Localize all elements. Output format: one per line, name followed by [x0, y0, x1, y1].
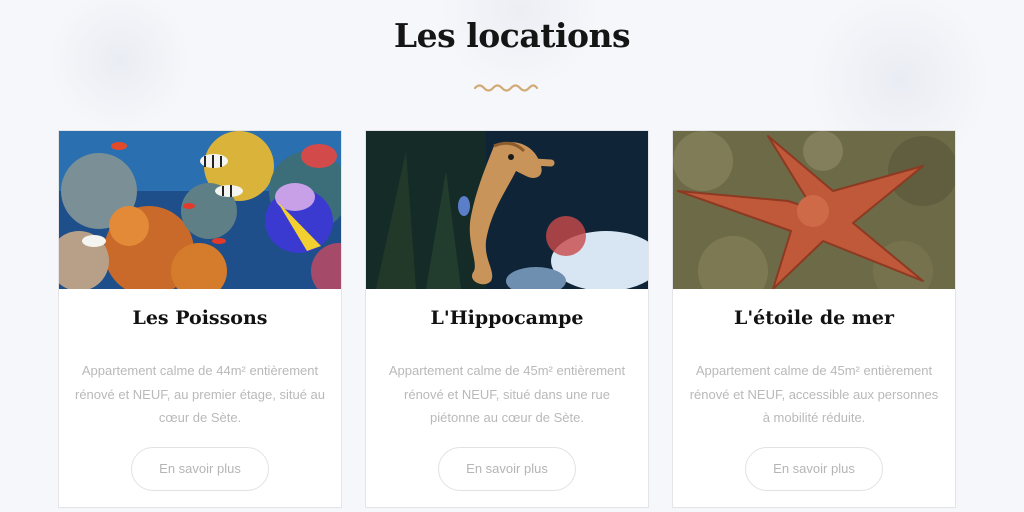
learn-more-button[interactable]: En savoir plus — [131, 447, 269, 491]
section-title: Les locations — [393, 16, 631, 55]
card-title: L'Hippocampe — [430, 307, 584, 329]
location-card-hippocampe[interactable]: L'Hippocampe Appartement calme de 45m² e… — [365, 130, 649, 508]
coral-reef-fish-photo[interactable] — [59, 131, 341, 289]
seahorse-photo[interactable] — [366, 131, 648, 289]
card-description: Appartement calme de 44m² entièrement ré… — [74, 363, 326, 425]
location-card-les-poissons[interactable]: Les Poissons Appartement calme de 44m² e… — [58, 130, 342, 508]
learn-more-button[interactable]: En savoir plus — [745, 447, 883, 491]
starfish-photo[interactable] — [673, 131, 955, 289]
card-description: Appartement calme de 45m² entièrement ré… — [689, 363, 939, 425]
card-title: Les Poissons — [132, 307, 268, 329]
card-description: Appartement calme de 45m² entièrement ré… — [388, 363, 626, 425]
location-card-etoile-de-mer[interactable]: L'étoile de mer Appartement calme de 45m… — [672, 130, 956, 508]
learn-more-button[interactable]: En savoir plus — [438, 447, 576, 491]
card-title: L'étoile de mer — [733, 307, 895, 329]
wave-divider-icon — [473, 84, 539, 92]
